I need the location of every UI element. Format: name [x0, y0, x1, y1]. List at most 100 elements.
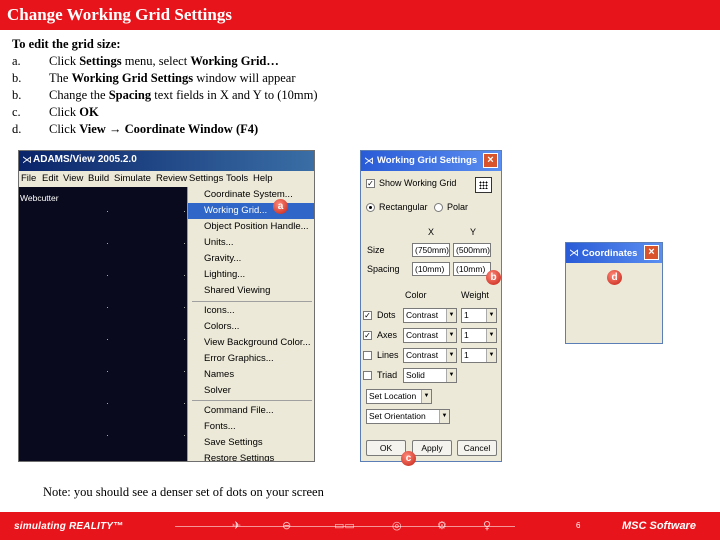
step-text: Click OK	[49, 104, 99, 121]
size-x-field[interactable]: (750mm)	[412, 243, 450, 257]
apply-button[interactable]: Apply	[412, 440, 452, 456]
menu-build[interactable]: Build	[88, 173, 109, 184]
chevron-down-icon: ▼	[446, 349, 456, 362]
menu-item-working-grid[interactable]: Working Grid...	[188, 203, 314, 219]
footer-gear-icon: ⚙	[437, 519, 447, 532]
grid-dot	[184, 307, 185, 308]
menu-review[interactable]: Review	[156, 173, 187, 184]
menu-item-lighting[interactable]: Lighting...	[188, 267, 314, 283]
row-triad-color-dropdown[interactable]: Solid ▼	[403, 368, 457, 383]
row-dots-weight-dropdown[interactable]: 1 ▼	[461, 308, 497, 323]
instruction-step: d. Click View → Coordinate Window (F4)	[12, 121, 412, 138]
color-value: Contrast	[406, 350, 439, 360]
grid-dot	[107, 211, 108, 212]
spacing-y-field[interactable]: (10mm)	[453, 262, 491, 276]
menu-item-names[interactable]: Names	[188, 367, 314, 383]
grid-dot	[107, 275, 108, 276]
row-triad-checkbox[interactable]	[363, 371, 372, 380]
adams-logo-icon: ⋊	[22, 155, 32, 166]
callout-d: d	[607, 270, 622, 285]
cancel-button[interactable]: Cancel	[457, 440, 497, 456]
menu-item-coordinate-system[interactable]: Coordinate System...	[188, 187, 314, 203]
step-text-part: Click	[49, 105, 80, 119]
settings-menu: Coordinate System... Working Grid... Objec…	[187, 187, 314, 461]
menu-item-colors[interactable]: Colors...	[188, 319, 314, 335]
menu-item-gravity[interactable]: Gravity...	[188, 251, 314, 267]
set-location-dropdown[interactable]: Set Location ▼	[366, 389, 432, 404]
color-value: Contrast	[406, 310, 439, 320]
grid-dot	[184, 211, 185, 212]
row-axes-checkbox[interactable]: ✓	[363, 331, 372, 340]
chevron-down-icon: ▼	[439, 410, 449, 423]
polar-radio[interactable]	[434, 203, 443, 212]
menu-help[interactable]: Help	[253, 173, 273, 184]
step-keyword: Working Grid Settings	[71, 71, 194, 85]
weight-value: 1	[464, 330, 469, 340]
menu-separator	[192, 301, 312, 302]
adams-view-window: ⋊ ADAMS/View 2005.2.0 File Edit View Build S…	[18, 150, 315, 462]
step-text: Click Settings menu, select Working Grid…	[49, 53, 279, 70]
menu-item-object-position-handle[interactable]: Object Position Handle...	[188, 219, 314, 235]
row-axes-weight-dropdown[interactable]: 1 ▼	[461, 328, 497, 343]
working-grid-settings-dialog: ⋊ Working Grid Settings × ✓ Show Working…	[360, 150, 502, 462]
grid-dot	[184, 339, 185, 340]
menu-edit[interactable]: Edit	[42, 173, 58, 184]
menu-file[interactable]: File	[21, 173, 36, 184]
instruction-step: b. The Working Grid Settings window will …	[12, 70, 412, 87]
wgs-titlebar: ⋊ Working Grid Settings ×	[361, 151, 501, 171]
polar-label: Polar	[447, 202, 469, 212]
menu-tools[interactable]: Tools	[226, 173, 248, 184]
menu-item-restore-settings[interactable]: Restore Settings	[188, 451, 314, 461]
size-y-field[interactable]: (500mm)	[453, 243, 491, 257]
step-text-part: The	[49, 71, 72, 85]
menu-item-save-settings[interactable]: Save Settings	[188, 435, 314, 451]
menu-item-fonts[interactable]: Fonts...	[188, 419, 314, 435]
wgs-close-icon[interactable]: ×	[483, 153, 498, 168]
menu-item-error-graphics[interactable]: Error Graphics...	[188, 351, 314, 367]
step-letter: d.	[12, 122, 22, 136]
menu-settings[interactable]: Settings	[189, 173, 223, 184]
menu-simulate[interactable]: Simulate	[114, 173, 151, 184]
coords-logo-icon: ⋊	[569, 248, 579, 259]
chevron-down-icon: ▼	[486, 349, 496, 362]
row-lines-weight-dropdown[interactable]: 1 ▼	[461, 348, 497, 363]
row-dots-checkbox[interactable]: ✓	[363, 311, 372, 320]
instruction-step: b. Change the Spacing text fields in X an…	[12, 87, 412, 104]
menu-item-view-background-color[interactable]: View Background Color...	[188, 335, 314, 351]
set-orientation-dropdown[interactable]: Set Orientation ▼	[366, 409, 450, 424]
instructions-steps: a. Click Settings menu, select Working Gr…	[12, 53, 412, 138]
menu-item-icons[interactable]: Icons...	[188, 303, 314, 319]
rectangular-radio[interactable]	[366, 203, 375, 212]
weight-value: 1	[464, 310, 469, 320]
menu-item-command-file[interactable]: Command File...	[188, 403, 314, 419]
menu-item-solver[interactable]: Solver	[188, 383, 314, 399]
row-axes-color-dropdown[interactable]: Contrast ▼	[403, 328, 457, 343]
row-lines-color-dropdown[interactable]: Contrast ▼	[403, 348, 457, 363]
instructions-heading: To edit the grid size:	[12, 37, 121, 51]
row-label: Axes	[377, 330, 398, 340]
step-keyword: Working Grid…	[190, 54, 279, 68]
size-label: Size	[367, 245, 385, 255]
footer-logo: MSC Software	[622, 520, 696, 532]
step-text-part: window will appear	[193, 71, 296, 85]
spacing-label: Spacing	[367, 264, 400, 274]
footer-brand: simulating REALITY™	[14, 521, 124, 532]
wgs-logo-icon: ⋊	[364, 156, 374, 167]
instruction-step: a. Click Settings menu, select Working Gr…	[12, 53, 412, 70]
menu-view[interactable]: View	[63, 173, 83, 184]
spacing-x-field[interactable]: (10mm)	[412, 262, 450, 276]
grid-dot	[107, 435, 108, 436]
coords-close-icon[interactable]: ×	[644, 245, 659, 260]
chevron-down-icon: ▼	[486, 329, 496, 342]
row-dots-color-dropdown[interactable]: Contrast ▼	[403, 308, 457, 323]
set-location-label: Set Location	[369, 391, 417, 401]
ok-button[interactable]: OK	[366, 440, 406, 456]
step-keyword: Settings	[79, 54, 122, 68]
chevron-down-icon: ▼	[421, 390, 431, 403]
grid-dots-icon[interactable]	[475, 177, 492, 193]
menu-item-units[interactable]: Units...	[188, 235, 314, 251]
row-lines-checkbox[interactable]	[363, 351, 372, 360]
menu-item-shared-viewing[interactable]: Shared Viewing	[188, 283, 314, 299]
column-color-header: Color	[405, 290, 427, 300]
show-working-grid-checkbox[interactable]: ✓	[366, 179, 375, 188]
